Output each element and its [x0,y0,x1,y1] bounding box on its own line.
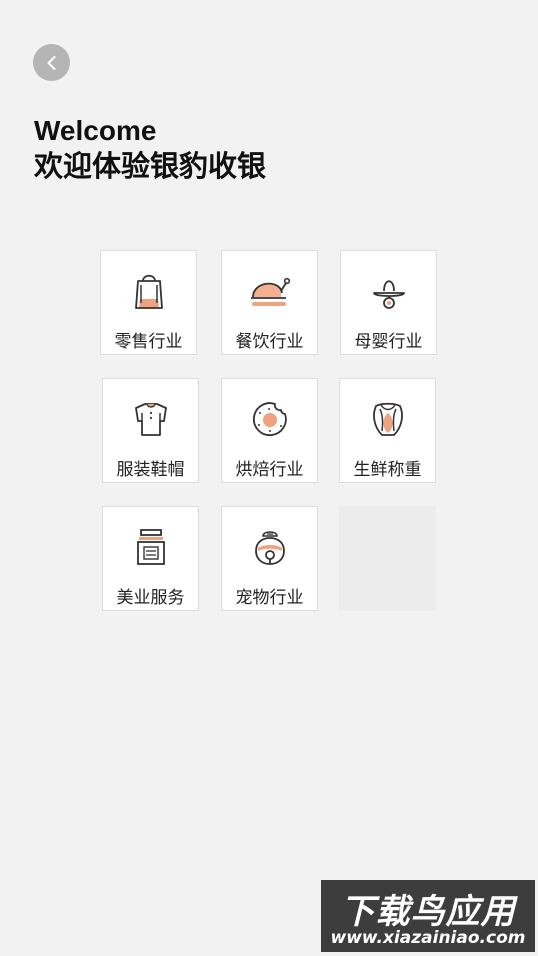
industry-tile-label: 母婴行业 [354,332,423,352]
page-subtitle: 欢迎体验银豹收银 [34,149,267,183]
industry-tile-retail[interactable]: 零售行业 [100,250,197,355]
back-button[interactable] [33,44,70,81]
pacifier-icon [365,269,413,313]
shirt-icon [127,397,175,441]
welcome-heading: Welcome [34,115,157,146]
industry-tile-maternal[interactable]: 母婴行业 [340,250,437,355]
industry-tile-label: 烘焙行业 [235,460,304,480]
empty-tile-placeholder [339,506,436,611]
perfume-bottle-icon [127,525,175,569]
watermark-url: www.xiazainiao.com [330,928,526,948]
industry-tile-label: 餐饮行业 [235,332,304,352]
industry-tile-label: 零售行业 [114,332,183,352]
industry-tile-pet[interactable]: 宠物行业 [221,506,318,611]
roast-chicken-icon [246,269,294,313]
watermark-badge: 下载鸟应用 www.xiazainiao.com [321,880,535,952]
industry-tile-fresh[interactable]: 生鲜称重 [339,378,436,483]
industry-tile-bakery[interactable]: 烘焙行业 [221,378,318,483]
industry-tile-label: 服装鞋帽 [116,460,185,480]
industry-tile-beauty[interactable]: 美业服务 [102,506,199,611]
pet-bell-icon [246,525,294,569]
shopping-bag-icon [125,269,173,313]
chevron-left-icon [47,55,55,70]
industry-tile-apparel[interactable]: 服装鞋帽 [102,378,199,483]
fresh-produce-icon [364,397,412,441]
industry-tile-label: 生鲜称重 [353,460,422,480]
cookie-icon [246,397,294,441]
industry-tile-catering[interactable]: 餐饮行业 [221,250,318,355]
industry-tile-label: 宠物行业 [235,588,304,608]
watermark-title: 下载鸟应用 [340,892,516,932]
industry-tile-label: 美业服务 [116,588,185,608]
